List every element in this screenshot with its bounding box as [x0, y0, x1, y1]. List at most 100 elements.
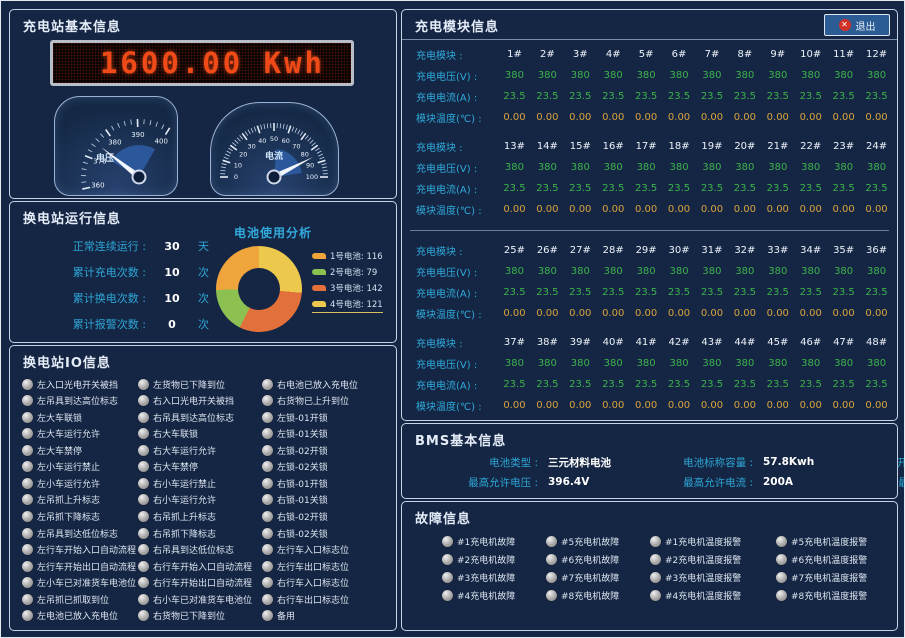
io-item: 右行车开始入口自动流程: [138, 558, 262, 575]
module-cell: 380: [630, 358, 663, 369]
exit-button[interactable]: ✕ 退出: [824, 14, 890, 36]
io-item-label: 左吊抓下降标志: [37, 510, 100, 523]
panel-io-title: 换电站IO信息: [23, 352, 111, 371]
module-cell: 0.00: [827, 308, 860, 319]
module-cell: 43#: [696, 337, 729, 348]
gauge-major-tick: [311, 145, 317, 150]
gauge-minor-tick: [83, 162, 88, 163]
module-cell: 2#: [531, 49, 564, 60]
module-cell: 0.00: [696, 308, 729, 319]
led-energy-value: 1600.00 Kwh: [100, 46, 325, 80]
module-cell: 380: [761, 70, 794, 81]
bms-field-value: 200A: [763, 476, 793, 488]
gauge-major-tick: [223, 160, 231, 162]
indicator-light-icon: [138, 445, 149, 456]
voltage-gauge: 360370380390400电压: [54, 96, 178, 196]
gauge-tick-label: 380: [108, 139, 121, 147]
module-cell: 0.00: [663, 400, 696, 411]
gauge-minor-tick: [237, 138, 240, 142]
gauge-minor-tick: [280, 123, 281, 128]
module-cell: 45#: [761, 337, 794, 348]
module-table-row: 充电模块 :25#26#27#28#29#30#31#32#33#34#35#3…: [406, 240, 893, 261]
module-table-row: 模块温度(℃) :0.000.000.000.000.000.000.000.0…: [406, 303, 893, 324]
fault-item: #7充电机故障: [546, 568, 650, 586]
gauge-major-tick: [165, 128, 169, 135]
module-cell: 21#: [761, 141, 794, 152]
module-cell: 23.5: [630, 379, 663, 390]
panel-station-title: 充电站基本信息: [23, 16, 121, 35]
module-cell: 380: [827, 70, 860, 81]
module-cell: 380: [794, 70, 827, 81]
indicator-light-icon: [262, 379, 273, 390]
io-item-label: 右小车运行禁止: [153, 477, 216, 490]
bms-field-label: 最高允许电压 :: [442, 475, 538, 490]
module-cell: 23.5: [498, 379, 531, 390]
gauge-minor-tick: [112, 126, 114, 130]
module-cell: 380: [663, 266, 696, 277]
module-cell: 24#: [860, 141, 893, 152]
module-row-label: 充电电压(V) :: [406, 68, 498, 83]
io-item-label: 右行车开始入口自动流程: [153, 560, 252, 573]
indicator-light-icon: [262, 445, 273, 456]
gauge-hub: [268, 171, 281, 184]
module-cell: 380: [630, 266, 663, 277]
io-item: 左吊抓下降标志: [22, 508, 138, 525]
module-row-label: 充电电压(V) :: [406, 356, 498, 371]
module-cell: 0.00: [728, 308, 761, 319]
module-cell: 380: [564, 266, 597, 277]
current-gauge: 0102030405060708090100电流: [210, 102, 339, 196]
gauge-minor-tick: [88, 150, 92, 152]
indicator-light-icon: [546, 590, 557, 601]
legend-label: 1号电池: 116: [330, 250, 383, 262]
module-cell: 380: [531, 70, 564, 81]
legend-label: 3号电池: 142: [330, 282, 383, 294]
io-item: 备用: [262, 607, 392, 624]
gauge-minor-tick: [308, 138, 311, 142]
module-cell: 380: [498, 162, 531, 173]
module-cell: 33#: [761, 245, 794, 256]
bms-field-label: 开始充电SOC :: [872, 455, 905, 470]
module-cell: 23.5: [564, 91, 597, 102]
gauge-minor-tick: [91, 144, 95, 147]
io-item-label: 右锁-02开锁: [277, 510, 328, 523]
module-cell: 23.5: [728, 183, 761, 194]
module-table-row: 充电电压(V) :3803803803803803803803803803803…: [406, 157, 893, 178]
module-cell: 23.5: [564, 379, 597, 390]
bms-field-value: 三元材料电池: [548, 455, 611, 470]
gauge-tick-label: 400: [155, 137, 168, 145]
io-item-label: 右吊抓上升标志: [153, 510, 216, 523]
fault-item-label: #3充电机温度报警: [665, 571, 741, 584]
fault-item: #5充电机温度报警: [776, 532, 891, 550]
exit-button-label: 退出: [856, 18, 876, 33]
fault-item: #5充电机故障: [546, 532, 650, 550]
module-cell: 0.00: [663, 204, 696, 215]
module-cell: 36#: [860, 245, 893, 256]
gauge-minor-tick: [248, 130, 250, 134]
gauge-minor-tick: [312, 143, 316, 146]
module-row-label: 充电电压(V) :: [406, 160, 498, 175]
module-row-label: 充电电流(A) :: [406, 285, 498, 300]
module-cell: 26#: [531, 245, 564, 256]
fault-item: #1充电机温度报警: [650, 532, 776, 550]
io-item-label: 右吊具到达低位标志: [153, 543, 234, 556]
gauge-minor-tick: [283, 124, 284, 129]
io-item-label: 左行车开始出口自动流程: [37, 560, 136, 573]
module-cell: 380: [564, 162, 597, 173]
indicator-light-icon: [262, 544, 273, 555]
io-item-label: 右行车入口标志位: [277, 576, 349, 589]
io-item-label: 左锁-01开锁: [277, 411, 328, 424]
gauge-tick-label: 20: [239, 151, 247, 159]
module-cell: 23.5: [860, 91, 893, 102]
indicator-light-icon: [138, 528, 149, 539]
module-cell: 0.00: [564, 400, 597, 411]
io-item: 右吊具到达低位标志: [138, 541, 262, 558]
io-item: 右货物已下降到位: [138, 607, 262, 624]
legend-swatch-icon: [312, 269, 326, 275]
module-cell: 32#: [728, 245, 761, 256]
module-cell: 380: [728, 70, 761, 81]
module-cell: 12#: [860, 49, 893, 60]
fault-item: #4充电机故障: [442, 586, 546, 604]
io-item-label: 左行车入口标志位: [277, 543, 349, 556]
group-divider: [410, 230, 889, 231]
module-row-label: 充电电流(A) :: [406, 181, 498, 196]
